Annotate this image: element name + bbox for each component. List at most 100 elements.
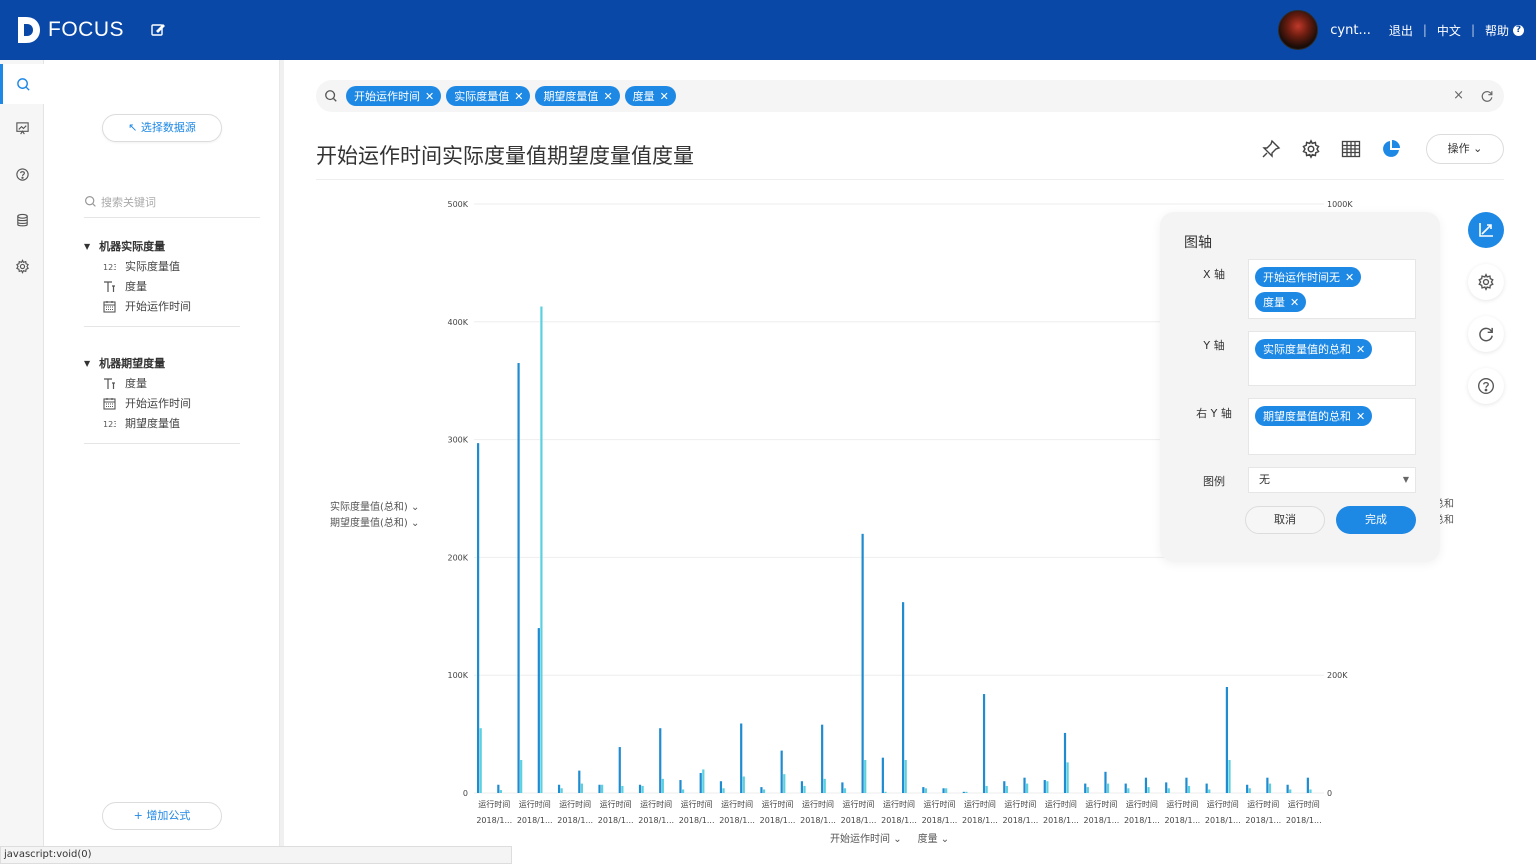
divider: | (1470, 23, 1475, 37)
keyword-search-input[interactable]: 搜索关键词 (84, 186, 260, 218)
group-divider (84, 443, 240, 444)
axis-tag[interactable]: 开始运作时间无 ✕ (1255, 267, 1362, 287)
search-tag[interactable]: 实际度量值 ✕ (446, 86, 531, 106)
bar-actual (1225, 686, 1229, 793)
tag-close-icon[interactable]: ✕ (1356, 410, 1365, 423)
help-link[interactable]: 帮助 (1485, 22, 1509, 39)
tag-close-icon[interactable]: ✕ (1290, 296, 1299, 309)
tag-close-icon[interactable]: ✕ (660, 90, 669, 103)
done-button[interactable]: 完成 (1336, 506, 1416, 534)
pin-icon[interactable] (1260, 138, 1282, 160)
pie-chart-icon[interactable] (1380, 138, 1402, 160)
table-icon[interactable] (1340, 138, 1362, 160)
field-item[interactable]: 度量 (84, 276, 240, 296)
divider: | (1422, 23, 1427, 37)
field-item[interactable]: 开始运作时间 (84, 393, 240, 413)
x-axis-field[interactable]: 开始运作时间 ⌄ (830, 830, 902, 845)
axis-config-button[interactable] (1468, 212, 1504, 248)
chevron-down-icon: ⌄ (893, 834, 902, 845)
x-axis-dropzone[interactable]: 开始运作时间无 ✕ 度量 ✕ (1248, 259, 1416, 319)
axis-tag[interactable]: 实际度量值的总和 ✕ (1255, 339, 1373, 359)
focus-logo[interactable]: FOCUS (16, 15, 124, 45)
x-tick-label: 运行时间 (559, 799, 591, 809)
bar-expected (985, 785, 988, 793)
y2-tick-label: 1000K (1327, 200, 1353, 209)
x-axis-label: X 轴 (1202, 268, 1226, 281)
settings-icon[interactable] (0, 246, 44, 286)
tag-close-icon[interactable]: ✕ (514, 90, 523, 103)
tag-close-icon[interactable]: ✕ (425, 90, 434, 103)
settings-icon[interactable] (1300, 138, 1322, 160)
group-expected-measure: ▼ 机器期望度量 度量 开始运作时间 123 期望度量值 (84, 353, 240, 444)
group-header[interactable]: ▼ 机器实际度量 (84, 236, 240, 256)
search-tag[interactable]: 开始运作时间 ✕ (346, 86, 442, 106)
tag-close-icon[interactable]: ✕ (1356, 343, 1365, 356)
chart-help-button[interactable] (1468, 368, 1504, 404)
axis-tag[interactable]: 度量 ✕ (1255, 292, 1307, 312)
bar-expected (803, 785, 806, 793)
caret-down-icon: ▼ (1402, 475, 1409, 484)
group-header[interactable]: ▼ 机器期望度量 (84, 353, 240, 373)
group-divider (84, 326, 240, 327)
bar-actual (1144, 777, 1148, 793)
bar-expected (560, 788, 563, 793)
calendar-icon (102, 396, 116, 410)
edit-icon[interactable] (150, 22, 166, 42)
add-formula-button[interactable]: + 增加公式 (102, 802, 222, 830)
search-bar[interactable]: 开始运作时间 ✕ 实际度量值 ✕ 期望度量值 ✕ 度量 ✕ × (316, 80, 1504, 112)
search-tag[interactable]: 度量 ✕ (624, 86, 676, 106)
language-link[interactable]: 中文 (1437, 22, 1461, 39)
cancel-button[interactable]: 取消 (1245, 506, 1325, 534)
legend-setting-label: 图例 (1203, 475, 1225, 488)
avatar[interactable] (1278, 10, 1319, 50)
title-divider (316, 179, 1504, 180)
operate-button[interactable]: 操作 ⌄ (1426, 134, 1504, 164)
bar-actual (942, 788, 945, 793)
x-tick-label: 2018/1... (962, 816, 998, 825)
legend-item[interactable]: 期望度量值(总和) ⌄ (330, 516, 419, 532)
search-icon[interactable] (0, 64, 44, 104)
field-item[interactable]: 123 实际度量值 (84, 256, 240, 276)
x-tick-label: 2018/1... (1083, 816, 1119, 825)
tag-close-icon[interactable]: ✕ (1345, 271, 1354, 284)
board-icon[interactable] (0, 108, 44, 148)
axis-tag[interactable]: 期望度量值的总和 ✕ (1255, 406, 1373, 426)
select-datasource-button[interactable]: ↖ 选择数据源 (102, 114, 222, 142)
legend-select[interactable]: 无 ▼ (1248, 467, 1416, 493)
tag-close-icon[interactable]: ✕ (603, 90, 612, 103)
username[interactable]: cynt... (1330, 23, 1371, 38)
field-item[interactable]: 123 期望度量值 (84, 413, 240, 433)
x-tick-label: 运行时间 (681, 799, 713, 809)
question-icon (1478, 378, 1494, 394)
clear-icon[interactable]: × (1453, 88, 1464, 103)
legend-item[interactable]: 实际度量值(总和) ⌄ (330, 500, 419, 516)
right-y-axis-dropzone[interactable]: 期望度量值的总和 ✕ (1248, 398, 1416, 455)
search-tag[interactable]: 期望度量值 ✕ (535, 86, 620, 106)
bar-actual (760, 787, 763, 793)
x-tick-label: 2018/1... (476, 816, 512, 825)
bar-actual (557, 784, 561, 793)
y-axis-dropzone[interactable]: 实际度量值的总和 ✕ (1248, 331, 1416, 386)
logout-link[interactable]: 退出 (1389, 22, 1413, 39)
bar-expected (762, 789, 766, 793)
refresh-icon[interactable] (1480, 89, 1494, 103)
bar-actual (1185, 777, 1188, 793)
field-label: 期望度量值 (125, 417, 180, 430)
bar-actual (578, 770, 581, 793)
help-icon[interactable]: ? (1513, 24, 1524, 36)
tag-label: 开始运作时间无 (1263, 271, 1340, 284)
field-label: 度量 (125, 280, 147, 293)
popup-title: 图轴 (1184, 235, 1212, 251)
reload-chart-button[interactable] (1468, 316, 1504, 352)
database-icon[interactable] (0, 200, 44, 240)
field-item[interactable]: 开始运作时间 (84, 296, 240, 316)
search-actions: × (1453, 88, 1494, 103)
bar-expected (499, 790, 503, 793)
field-item[interactable]: 度量 (84, 373, 240, 393)
x-tick-label: 运行时间 (802, 799, 834, 809)
bar-actual (537, 628, 540, 793)
question-icon[interactable] (0, 154, 44, 194)
x-axis-field[interactable]: 度量 ⌄ (918, 830, 950, 845)
bar-actual (922, 787, 925, 793)
chart-settings-button[interactable] (1468, 264, 1504, 300)
